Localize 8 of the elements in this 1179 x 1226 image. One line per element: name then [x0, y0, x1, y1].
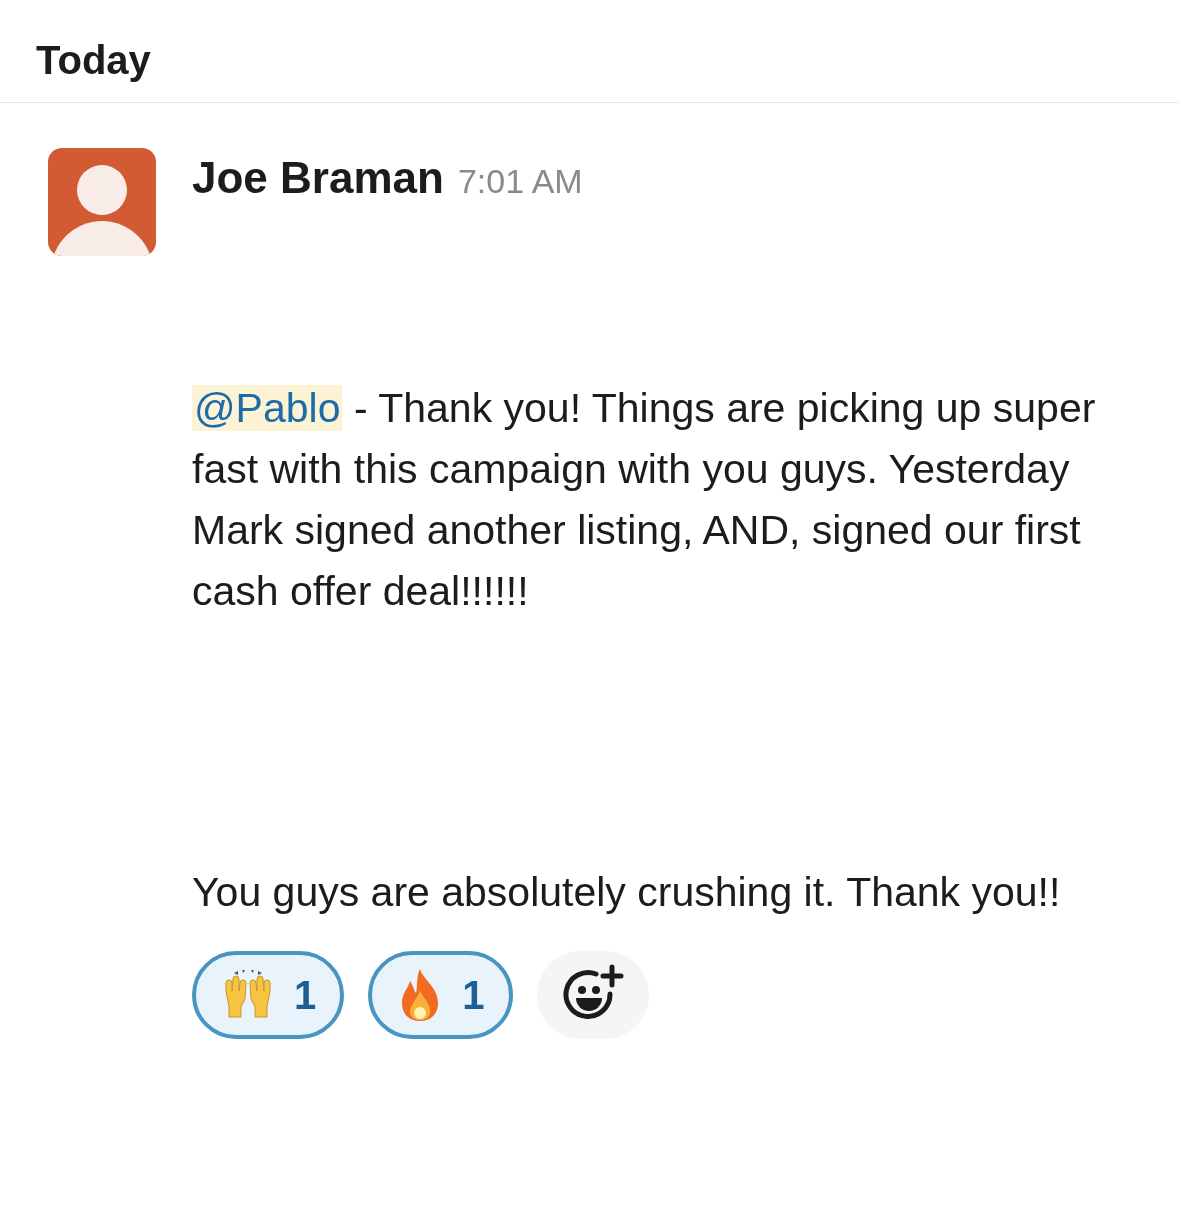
reaction-pill[interactable]: 1 — [192, 951, 345, 1039]
message-text: You guys are absolutely crushing it. Thank you!! — [192, 868, 1062, 917]
message-time[interactable]: 7:01 AM — [457, 156, 583, 207]
author-name[interactable]: Joe Braman — [192, 148, 444, 208]
user-mention[interactable]: @Pablo — [192, 385, 343, 431]
reaction-pill[interactable]: 1 — [368, 951, 513, 1039]
message-text: @Pablo - Thank you! Things are picking up super fast with this campaign with you guys. Yesterday Mark signed another listing, AND, signed our first cash offer deal!!!!!! — [192, 384, 1097, 616]
day-header: Today — [36, 37, 152, 84]
